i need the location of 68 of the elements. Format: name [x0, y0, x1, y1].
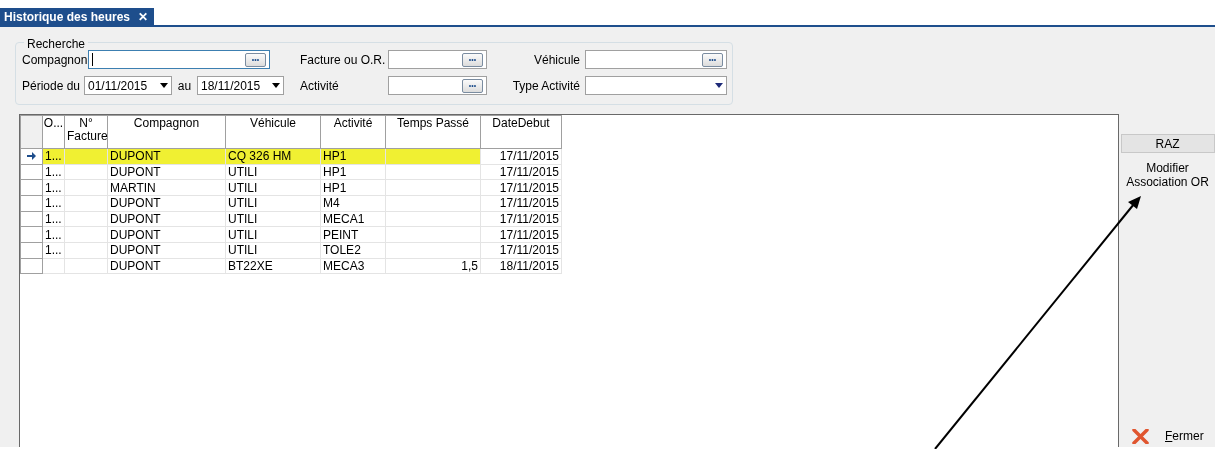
dropdown-arrow-icon[interactable] — [160, 83, 168, 88]
dropdown-arrow-icon[interactable] — [272, 83, 280, 88]
column-header[interactable]: DateDebut — [480, 115, 562, 149]
table-cell: 1... — [42, 226, 65, 243]
table-cell: 18/11/2015 — [480, 258, 562, 274]
table-cell: TOLE2 — [320, 242, 386, 259]
corner-header — [20, 115, 43, 149]
column-header[interactable]: Véhicule — [225, 115, 321, 149]
field-label: Compagnon — [22, 51, 88, 69]
table-cell: MECA3 — [320, 258, 386, 274]
text-cursor — [92, 53, 93, 66]
reset-button[interactable]: RAZ — [1120, 134, 1215, 153]
table-cell: M4 — [320, 195, 386, 212]
table-cell: DUPONT — [107, 164, 226, 180]
table-cell: 17/11/2015 — [480, 226, 562, 243]
tab[interactable]: Historique des heures ✕ — [0, 8, 155, 25]
table-cell: BT22XE — [225, 258, 321, 274]
table-cell: DUPONT — [107, 242, 226, 259]
table-cell: DUPONT — [107, 211, 226, 227]
date-value: 01/11/2015 — [88, 77, 148, 95]
table-cell: 1... — [42, 164, 65, 180]
table-cell: 1,5 — [385, 258, 481, 274]
table-cell: PEINT — [320, 226, 386, 243]
column-header[interactable]: Compagnon — [107, 115, 226, 149]
table-cell: 17/11/2015 — [480, 148, 562, 165]
modify-association-button[interactable]: Modifier Association OR — [1120, 161, 1215, 189]
table-cell: 1... — [42, 242, 65, 259]
table-cell: DUPONT — [107, 195, 226, 212]
date-picker[interactable]: 18/11/2015 — [197, 76, 284, 95]
table-cell: 17/11/2015 — [480, 179, 562, 196]
date-picker[interactable]: 01/11/2015 — [84, 76, 172, 95]
table-cell: 17/11/2015 — [480, 195, 562, 212]
date-value: 18/11/2015 — [201, 77, 261, 95]
table-cell: 1... — [42, 179, 65, 196]
field-label: Période du — [22, 77, 82, 95]
table-cell: HP1 — [320, 179, 386, 196]
tab-title: Historique des heures — [4, 8, 131, 26]
table-cell: UTILI — [225, 226, 321, 243]
column-header[interactable]: Temps Passé — [385, 115, 481, 149]
table-cell: MECA1 — [320, 211, 386, 227]
table-cell: 17/11/2015 — [480, 242, 562, 259]
table-cell: DUPONT — [107, 258, 226, 274]
dropdown-arrow-icon[interactable] — [715, 83, 723, 88]
dropdown-field[interactable] — [585, 76, 727, 95]
row-pointer-icon — [27, 152, 36, 161]
close-button[interactable]: Fermer — [1132, 427, 1204, 447]
table-cell: UTILI — [225, 211, 321, 227]
table-cell: MARTIN — [107, 179, 226, 196]
table-cell: UTILI — [225, 195, 321, 212]
column-header[interactable]: Activité — [320, 115, 386, 149]
field-label: Facture ou O.R. — [299, 51, 387, 69]
close-tab-button[interactable]: ✕ — [138, 7, 149, 26]
table-cell: 1... — [42, 211, 65, 227]
table-cell: HP1 — [320, 164, 386, 180]
close-icon — [1132, 428, 1149, 444]
field-label: Type Activité — [511, 77, 581, 95]
table-cell: UTILI — [225, 164, 321, 180]
field-label: Véhicule — [532, 51, 581, 69]
table-cell: 1... — [42, 195, 65, 212]
field-label: Activité — [299, 77, 340, 95]
table-cell: UTILI — [225, 179, 321, 196]
column-header[interactable]: O... — [42, 115, 65, 149]
table-cell: UTILI — [225, 242, 321, 259]
table-cell: DUPONT — [107, 226, 226, 243]
field-label: au — [176, 77, 193, 95]
table-cell: 17/11/2015 — [480, 211, 562, 227]
column-header[interactable]: N° Facture — [64, 115, 108, 149]
table-cell: 17/11/2015 — [480, 164, 562, 180]
